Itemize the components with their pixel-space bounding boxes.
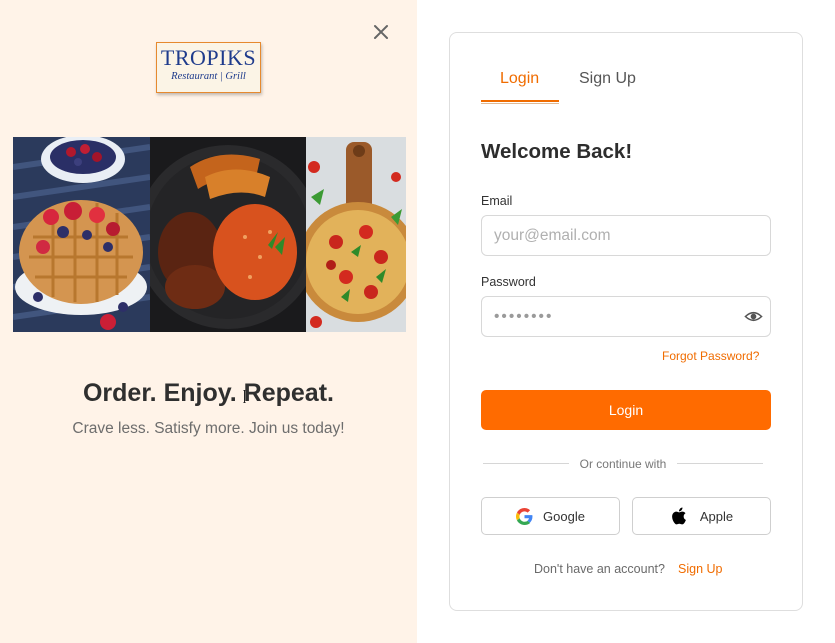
jollof-photo	[150, 137, 306, 332]
login-card: Login Sign Up Welcome Back! Email Passwo…	[449, 32, 803, 611]
close-icon[interactable]	[370, 21, 392, 43]
active-tab-shadow	[481, 103, 559, 104]
google-label: Google	[543, 508, 585, 524]
email-label: Email	[481, 194, 513, 208]
brand-logo: TROPIKS Restaurant | Grill	[156, 42, 261, 93]
password-field[interactable]	[481, 296, 771, 337]
page-title: Welcome Back!	[481, 140, 633, 163]
signup-link[interactable]: Sign Up	[678, 562, 722, 576]
email-field[interactable]	[481, 215, 771, 256]
apple-icon	[671, 507, 686, 525]
password-label: Password	[481, 275, 536, 289]
signup-prompt: Don't have an account?	[534, 562, 665, 576]
food-photo-strip	[13, 137, 406, 332]
promo-panel: TROPIKS Restaurant | Grill Order. Enjoy.…	[0, 0, 417, 643]
divider-right	[677, 463, 763, 464]
login-button[interactable]: Login	[481, 390, 771, 430]
tagline-subtext: Crave less. Satisfy more. Join us today!	[72, 420, 345, 437]
pizza-photo	[306, 137, 406, 332]
apple-login-button[interactable]: Apple	[632, 497, 771, 535]
logo-subtitle: Restaurant | Grill	[171, 71, 246, 82]
google-icon	[516, 507, 533, 525]
apple-label: Apple	[699, 508, 734, 524]
divider-text: Or continue with	[579, 457, 667, 471]
google-login-button[interactable]: Google	[481, 497, 620, 535]
waffles-photo	[13, 137, 150, 332]
eye-icon[interactable]	[744, 307, 763, 326]
forgot-password-link[interactable]: Forgot Password?	[662, 349, 759, 363]
logo-wordmark: TROPIKS	[160, 45, 257, 70]
divider-left	[483, 463, 569, 464]
tagline-heading: Order. Enjoy. Repeat.	[82, 379, 334, 407]
tab-login[interactable]: Login	[500, 70, 539, 88]
text-cursor-icon	[243, 390, 246, 403]
active-tab-indicator	[481, 100, 559, 102]
tab-sign-up[interactable]: Sign Up	[579, 70, 636, 88]
